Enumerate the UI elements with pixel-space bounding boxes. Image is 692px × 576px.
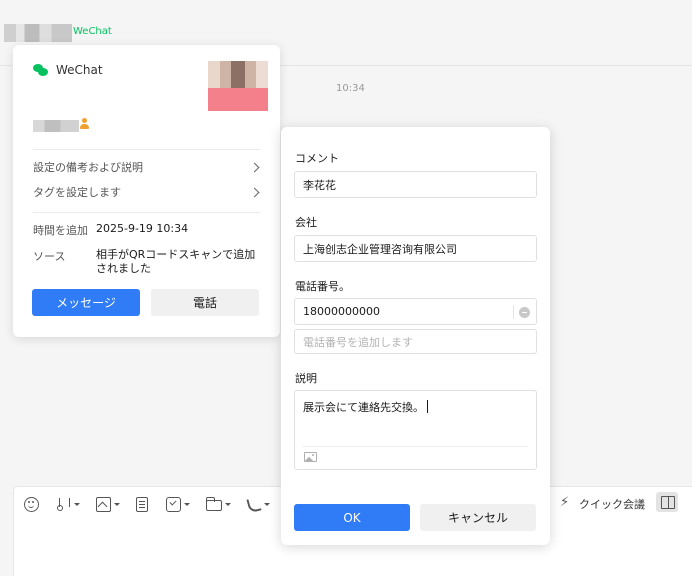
chevron-right-icon: [249, 162, 260, 172]
profile-brand: WeChat: [33, 63, 103, 77]
profile-name-blurred: [33, 120, 79, 132]
caret-down-icon[interactable]: [184, 502, 190, 506]
folder-icon: [206, 497, 222, 511]
divider: [303, 446, 528, 447]
comment-label: コメント: [295, 152, 339, 165]
screenshot-button[interactable]: [56, 495, 80, 513]
source-value: 相手がQRコードスキャンで追加されました: [96, 248, 256, 275]
caret-down-icon[interactable]: [225, 502, 231, 506]
add-phone-input[interactable]: 電話番号を追加します: [294, 329, 537, 354]
wechat-tag: WeChat: [73, 26, 112, 37]
checkbox-icon: [166, 496, 181, 512]
side-panel-icon: [656, 492, 678, 512]
divider: [33, 212, 261, 213]
set-remarks-label: 設定の備考および説明: [33, 161, 143, 174]
add-phone-placeholder: 電話番号を追加します: [303, 335, 413, 349]
profile-card: WeChat 設定の備考および説明 タグを設定します 時間を追加 2025-9-…: [13, 45, 280, 337]
avatar[interactable]: [208, 61, 268, 111]
edit-contact-dialog: コメント 李花花 会社 上海创志企业管理咨询有限公司 電話番号。 1800000…: [281, 127, 550, 545]
remove-icon[interactable]: [519, 307, 530, 318]
quick-meeting-label: クイック会議: [579, 498, 645, 511]
source-label: ソース: [33, 250, 66, 263]
message-timestamp: 10:34: [336, 83, 365, 94]
scissors-icon: [56, 497, 71, 512]
todo-button[interactable]: [166, 495, 190, 513]
divider: [513, 305, 514, 319]
document-button[interactable]: [136, 495, 148, 513]
caret-down-icon[interactable]: [74, 502, 80, 506]
added-time-value: 2025-9-19 10:34: [96, 222, 189, 235]
caret-down-icon[interactable]: [114, 502, 120, 506]
ok-button[interactable]: OK: [294, 504, 410, 531]
set-tags-label: タグを設定します: [33, 186, 121, 199]
wechat-logo-icon: [33, 64, 48, 76]
file-button[interactable]: [206, 495, 231, 513]
caret-down-icon[interactable]: [264, 502, 270, 506]
set-remarks-item[interactable]: 設定の備考および説明: [33, 157, 261, 177]
side-panel-toggle[interactable]: [656, 492, 678, 512]
text-caret: [427, 400, 428, 413]
call-menu-button[interactable]: [246, 495, 270, 513]
phone-icon: [246, 497, 261, 512]
description-text: 展示会にて連絡先交換。: [303, 399, 428, 415]
image-icon[interactable]: [304, 452, 317, 462]
divider: [33, 149, 261, 150]
lightning-icon: [560, 495, 575, 512]
comment-value: 李花花: [303, 178, 336, 192]
company-input[interactable]: 上海创志企业管理咨询有限公司: [294, 235, 537, 262]
description-value: 展示会にて連絡先交換。: [303, 401, 424, 414]
cancel-button[interactable]: キャンセル: [420, 504, 536, 531]
company-value: 上海创志企业管理咨询有限公司: [303, 242, 457, 256]
contact-name-blurred[interactable]: [4, 24, 72, 42]
document-icon: [136, 496, 148, 512]
person-badge-icon: [80, 118, 89, 130]
phone-value: 18000000000: [303, 305, 380, 318]
call-button[interactable]: 電話: [151, 289, 259, 316]
description-label: 説明: [295, 372, 317, 385]
chevron-right-icon: [249, 187, 260, 197]
quick-meeting-button[interactable]: クイック会議: [560, 495, 645, 513]
comment-input[interactable]: 李花花: [294, 171, 537, 198]
description-textarea[interactable]: 展示会にて連絡先交換。: [294, 390, 537, 470]
image-button[interactable]: [96, 495, 120, 513]
phone-input[interactable]: 18000000000: [294, 298, 537, 325]
emoji-icon: [24, 496, 39, 512]
brand-label: WeChat: [56, 63, 103, 77]
emoji-button[interactable]: [24, 495, 39, 513]
message-button[interactable]: メッセージ: [32, 289, 140, 316]
phone-label: 電話番号。: [295, 280, 350, 293]
added-time-label: 時間を追加: [33, 224, 88, 237]
set-tags-item[interactable]: タグを設定します: [33, 182, 261, 202]
company-label: 会社: [295, 216, 317, 229]
picture-icon: [96, 496, 111, 512]
